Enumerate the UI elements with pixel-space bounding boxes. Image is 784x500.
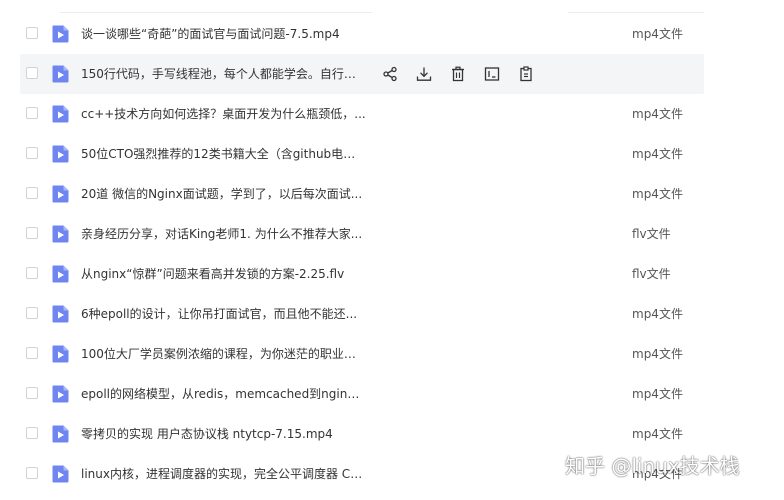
video-file-icon: [52, 385, 69, 403]
row-checkbox[interactable]: [26, 147, 38, 159]
watermark: 知乎 @linux技术栈: [565, 454, 740, 478]
file-type: mp4文件: [632, 347, 683, 361]
file-type: mp4文件: [632, 427, 683, 441]
file-row[interactable]: 100位大厂学员案例浓缩的课程，为你迷茫的职业点... mp4文件: [0, 334, 784, 374]
row-actions: [381, 65, 551, 83]
file-type: mp4文件: [632, 307, 683, 321]
row-checkbox[interactable]: [26, 187, 38, 199]
file-type: flv文件: [632, 227, 671, 241]
row-checkbox[interactable]: [26, 267, 38, 279]
file-name[interactable]: 零拷贝的实现 用户态协议栈 ntytcp-7.15.mp4: [81, 425, 366, 443]
file-row[interactable]: epoll的网络模型，从redis，memcached到nginx-... mp…: [0, 374, 784, 414]
file-row[interactable]: 从nginx“惊群”问题来看高并发锁的方案-2.25.flv flv文件: [0, 254, 784, 294]
file-row[interactable]: 亲身经历分享，对话King老师1. 为什么不推荐大家... flv文件: [0, 214, 784, 254]
copy-button[interactable]: [517, 65, 535, 83]
row-checkbox[interactable]: [26, 427, 38, 439]
file-name[interactable]: 100位大厂学员案例浓缩的课程，为你迷茫的职业点...: [81, 345, 366, 363]
header-divider-right: [568, 12, 704, 13]
video-file-icon: [52, 465, 69, 483]
file-row[interactable]: cc++技术方向如何选择？桌面开发为什么瓶颈低，... mp4文件: [0, 94, 784, 134]
rename-button[interactable]: [483, 65, 501, 83]
video-file-icon: [52, 65, 69, 83]
row-checkbox[interactable]: [26, 387, 38, 399]
video-file-icon: [52, 185, 69, 203]
file-list: 谈一谈哪些“奇葩”的面试官与面试问题-7.5.mp4 mp4文件 150行代码，…: [0, 14, 784, 494]
row-checkbox[interactable]: [26, 27, 38, 39]
delete-icon: [452, 66, 464, 82]
file-type: flv文件: [632, 267, 671, 281]
share-icon: [383, 66, 397, 82]
file-name[interactable]: 亲身经历分享，对话King老师1. 为什么不推荐大家...: [81, 225, 366, 243]
row-checkbox[interactable]: [26, 467, 38, 479]
video-file-icon: [52, 345, 69, 363]
delete-button[interactable]: [449, 65, 467, 83]
file-name[interactable]: 从nginx“惊群”问题来看高并发锁的方案-2.25.flv: [81, 265, 366, 283]
file-name[interactable]: cc++技术方向如何选择？桌面开发为什么瓶颈低，...: [81, 105, 366, 123]
file-name[interactable]: 谈一谈哪些“奇葩”的面试官与面试问题-7.5.mp4: [81, 25, 366, 43]
file-type: mp4文件: [632, 27, 683, 41]
file-name[interactable]: 150行代码，手写线程池，每个人都能学会。自行准...: [81, 65, 366, 83]
file-name[interactable]: 6种epoll的设计，让你吊打面试官，而且他不能还...: [81, 305, 366, 323]
header-divider-left: [60, 12, 372, 13]
copy-icon: [520, 66, 532, 82]
video-file-icon: [52, 425, 69, 443]
file-row[interactable]: 20道 微信的Nginx面试题，学到了，以后每次面试... mp4文件: [0, 174, 784, 214]
file-row-hovered[interactable]: 150行代码，手写线程池，每个人都能学会。自行准...: [0, 54, 784, 94]
file-row[interactable]: 6种epoll的设计，让你吊打面试官，而且他不能还... mp4文件: [0, 294, 784, 334]
row-checkbox[interactable]: [26, 67, 38, 79]
share-button[interactable]: [381, 65, 399, 83]
download-button[interactable]: [415, 65, 433, 83]
file-type: mp4文件: [632, 387, 683, 401]
video-file-icon: [52, 305, 69, 323]
file-row[interactable]: 谈一谈哪些“奇葩”的面试官与面试问题-7.5.mp4 mp4文件: [0, 14, 784, 54]
file-name[interactable]: linux内核，进程调度器的实现，完全公平调度器 CF...: [81, 465, 366, 483]
row-checkbox[interactable]: [26, 347, 38, 359]
row-checkbox[interactable]: [26, 227, 38, 239]
video-file-icon: [52, 105, 69, 123]
file-type: mp4文件: [632, 107, 683, 121]
file-type: mp4文件: [632, 147, 683, 161]
row-checkbox[interactable]: [26, 107, 38, 119]
file-name[interactable]: 50位CTO强烈推荐的12类书籍大全（含github电子...: [81, 145, 366, 163]
video-file-icon: [52, 145, 69, 163]
file-row[interactable]: 零拷贝的实现 用户态协议栈 ntytcp-7.15.mp4 mp4文件: [0, 414, 784, 454]
row-checkbox[interactable]: [26, 307, 38, 319]
video-file-icon: [52, 25, 69, 43]
video-file-icon: [52, 265, 69, 283]
file-row[interactable]: 50位CTO强烈推荐的12类书籍大全（含github电子... mp4文件: [0, 134, 784, 174]
file-name[interactable]: epoll的网络模型，从redis，memcached到nginx-...: [81, 385, 366, 403]
video-file-icon: [52, 225, 69, 243]
download-icon: [416, 67, 432, 81]
rename-icon: [484, 67, 500, 81]
file-name[interactable]: 20道 微信的Nginx面试题，学到了，以后每次面试...: [81, 185, 366, 203]
file-type: mp4文件: [632, 187, 683, 201]
